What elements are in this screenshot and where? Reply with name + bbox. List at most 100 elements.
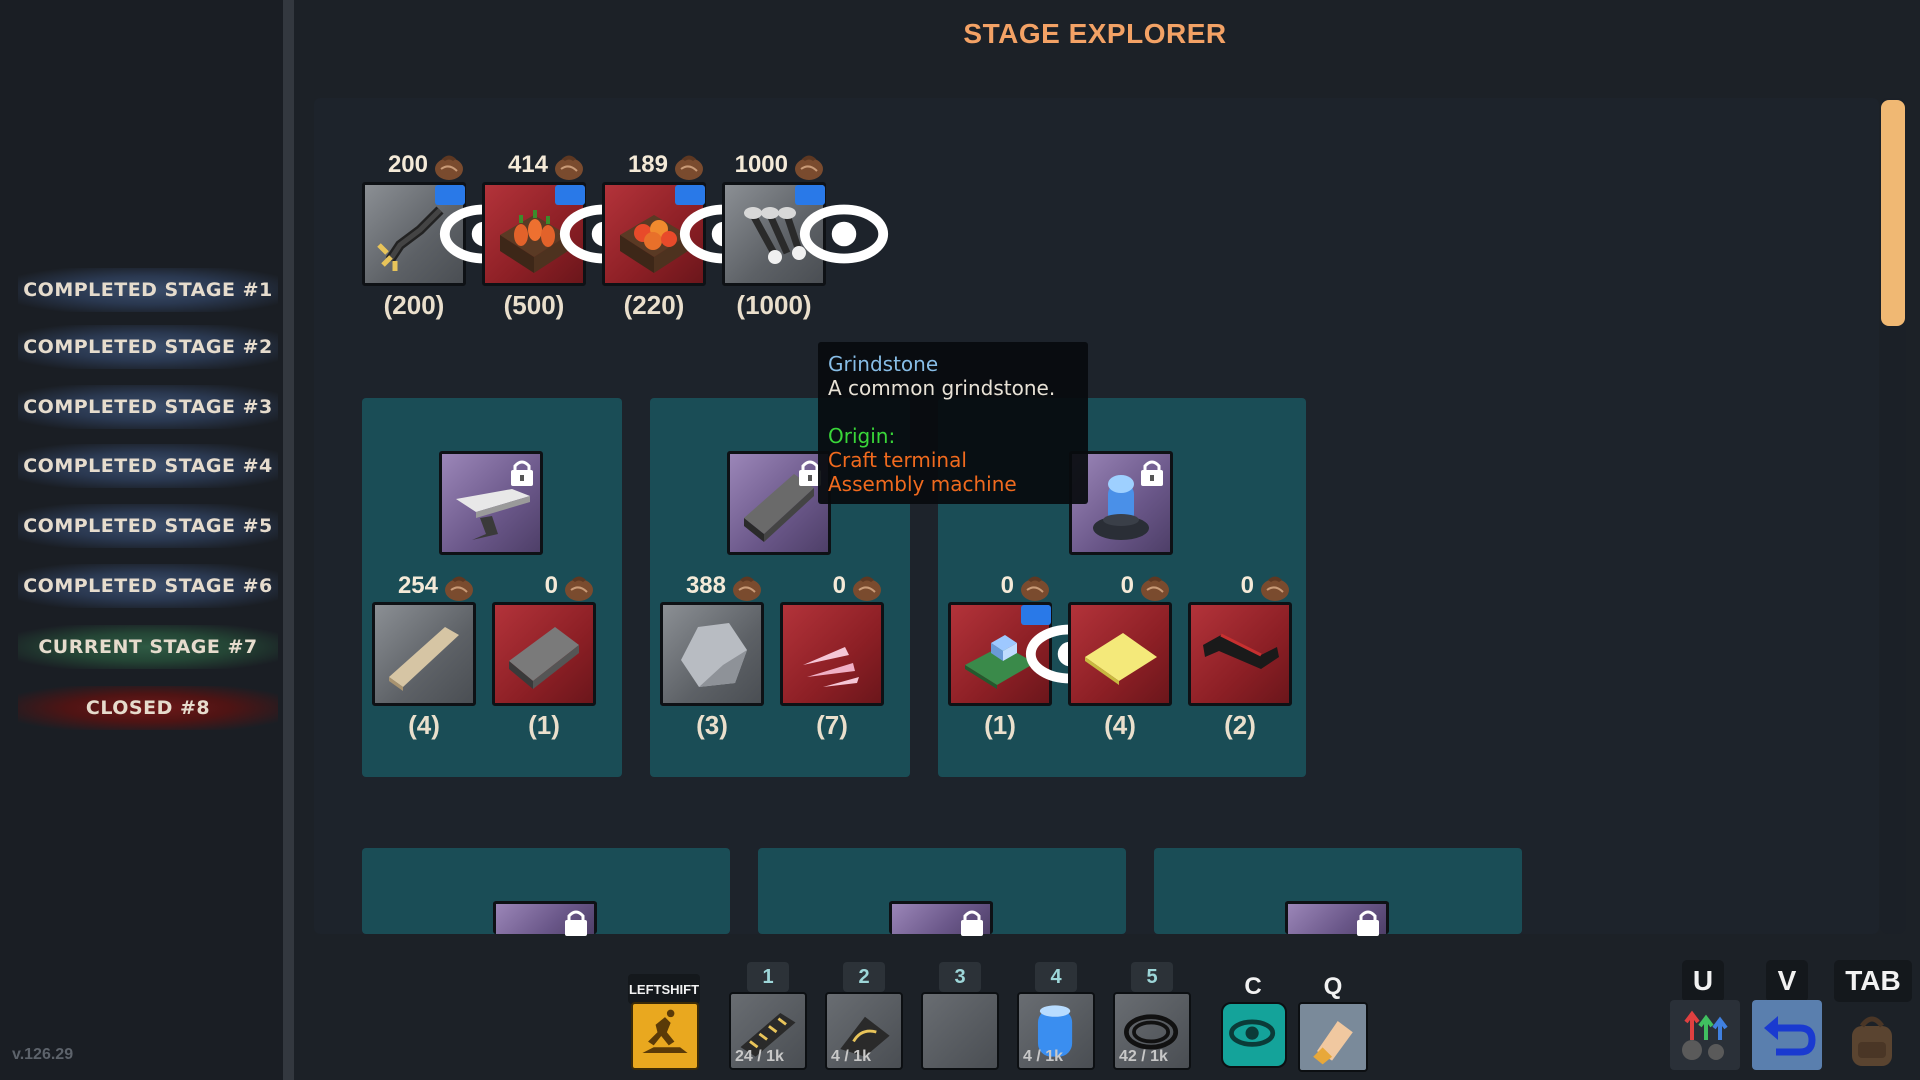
stage-button-4[interactable]: COMPLETED STAGE #4 <box>18 444 278 488</box>
key-hint-4: 4 <box>1035 962 1077 992</box>
item-count: 388 <box>660 570 764 602</box>
eye-icon[interactable] <box>795 185 889 264</box>
crystal-shards-icon <box>803 647 859 687</box>
money-bag-icon <box>435 155 463 180</box>
wood-plank-icon <box>389 627 459 691</box>
item-count: 0 <box>1068 570 1172 602</box>
upgrades-button[interactable] <box>1670 1000 1740 1070</box>
recipe-grindstone[interactable] <box>727 451 831 555</box>
stage-button-6[interactable]: COMPLETED STAGE #6 <box>18 564 278 608</box>
item-slot-cable[interactable] <box>1188 602 1292 706</box>
slot-count: 4 / 1k <box>1023 1048 1064 1065</box>
lock-icon <box>1141 460 1163 486</box>
tooltip-item-name: Grindstone <box>828 352 939 376</box>
version-label: v.126.29 <box>12 1046 74 1063</box>
hotbar-slot-3-empty[interactable] <box>921 992 999 1070</box>
eye-icon[interactable] <box>675 185 769 264</box>
undo-arrow-icon <box>1764 1016 1816 1056</box>
item-slot-wood-plank[interactable] <box>372 602 476 706</box>
item-required: (4) <box>408 710 440 740</box>
item-slot-stone[interactable] <box>660 602 764 706</box>
count-value: 1000 <box>734 151 788 178</box>
paper-sheets-icon <box>1085 633 1157 685</box>
key-hint-c: C <box>1244 973 1262 1000</box>
stage-sidebar: COMPLETED STAGE #1 COMPLETED STAGE #2 CO… <box>0 0 294 1080</box>
sprint-ability-slot[interactable] <box>631 1002 699 1070</box>
tooltip-description: A common grindstone. <box>828 376 1056 400</box>
recipe-locked[interactable] <box>1285 901 1389 936</box>
backpack-icon <box>1852 1016 1892 1066</box>
count-value: 0 <box>544 572 558 599</box>
scrollbar-thumb[interactable] <box>1881 100 1905 326</box>
item-count: 0 <box>780 570 884 602</box>
item-count: 0 <box>948 570 1052 602</box>
stage-button-2[interactable]: COMPLETED STAGE #2 <box>18 325 278 369</box>
page-title: STAGE EXPLORER <box>963 18 1227 49</box>
item-required: (3) <box>696 710 728 740</box>
hotbar-slot-4[interactable]: 4 / 1k <box>1017 992 1095 1070</box>
count-value: 414 <box>507 151 548 178</box>
cable-icon <box>1203 633 1279 669</box>
grab-hand-icon <box>1313 1020 1353 1065</box>
stone-icon <box>681 623 747 687</box>
stage-button-closed[interactable]: CLOSED #8 <box>18 686 278 730</box>
count-value: 0 <box>832 572 846 599</box>
eye-icon <box>1229 1019 1276 1047</box>
tooltip-origin-label: Origin: <box>828 424 896 448</box>
item-slot-carrot-crate[interactable] <box>482 182 649 286</box>
item-required: (1) <box>984 710 1016 740</box>
eye-icon[interactable] <box>435 185 529 264</box>
recipe-locked[interactable] <box>493 901 597 936</box>
lock-icon <box>1357 910 1379 936</box>
money-bag-icon <box>1141 576 1169 601</box>
recipe-locked[interactable] <box>889 901 993 936</box>
key-hint-leftshift: LEFTSHIFT <box>628 974 700 1004</box>
item-count: 189 <box>602 149 706 181</box>
money-bag-icon <box>795 155 823 180</box>
hotbar-slot-2[interactable]: 4 / 1k <box>825 992 903 1070</box>
item-count: 0 <box>1188 570 1292 602</box>
stage-button-5[interactable]: COMPLETED STAGE #5 <box>18 504 278 548</box>
recipe-anvil[interactable] <box>439 451 543 555</box>
item-slot-circuit-board[interactable] <box>948 602 1115 706</box>
key-hint-2: 2 <box>843 962 885 992</box>
tooltip-origin-source: Craft terminal <box>828 448 967 472</box>
item-slot-iron-ingot[interactable] <box>492 602 596 706</box>
item-slot-crystal-shards[interactable] <box>780 602 884 706</box>
item-slot-tomato-crate[interactable] <box>602 182 769 286</box>
slot-count: 4 / 1k <box>831 1048 872 1065</box>
count-value: 200 <box>387 151 428 178</box>
stage-button-3[interactable]: COMPLETED STAGE #3 <box>18 385 278 429</box>
grab-tool-button[interactable] <box>1298 1002 1368 1072</box>
hotbar-slot-1[interactable]: 24 / 1k <box>729 992 807 1070</box>
view-toggle-button[interactable] <box>1221 1002 1287 1068</box>
stage-button-1[interactable]: COMPLETED STAGE #1 <box>18 268 278 312</box>
stage-button-current[interactable]: CURRENT STAGE #7 <box>18 625 278 669</box>
iron-ingot-icon <box>509 627 579 689</box>
item-required: (200) <box>383 290 445 320</box>
item-count: 414 <box>482 149 586 181</box>
item-slot-paper-sheets[interactable] <box>1068 602 1172 706</box>
money-bag-icon <box>1021 576 1049 601</box>
item-count: 200 <box>362 149 466 181</box>
item-required: (2) <box>1224 710 1256 740</box>
lock-icon <box>511 460 533 486</box>
upgrade-gears-icon <box>1682 1010 1728 1060</box>
lock-icon <box>961 910 983 936</box>
money-bag-icon <box>853 576 881 601</box>
item-required: (1) <box>528 710 560 740</box>
key-hint-u: U <box>1682 960 1724 1002</box>
item-required: (220) <box>623 290 685 320</box>
inventory-button[interactable] <box>1838 1004 1906 1072</box>
eye-icon[interactable] <box>555 185 649 264</box>
eye-icon[interactable] <box>1021 605 1115 684</box>
money-bag-icon <box>675 155 703 180</box>
count-value: 388 <box>685 572 726 599</box>
item-slot-hammers[interactable] <box>722 182 889 286</box>
item-required: (4) <box>1104 710 1136 740</box>
hotbar-slot-5[interactable]: 42 / 1k <box>1113 992 1191 1070</box>
undo-button[interactable] <box>1752 1000 1822 1070</box>
count-value: 0 <box>1240 572 1254 599</box>
count-value: 254 <box>397 572 438 599</box>
item-slot-mechanical-arm[interactable] <box>362 182 529 286</box>
